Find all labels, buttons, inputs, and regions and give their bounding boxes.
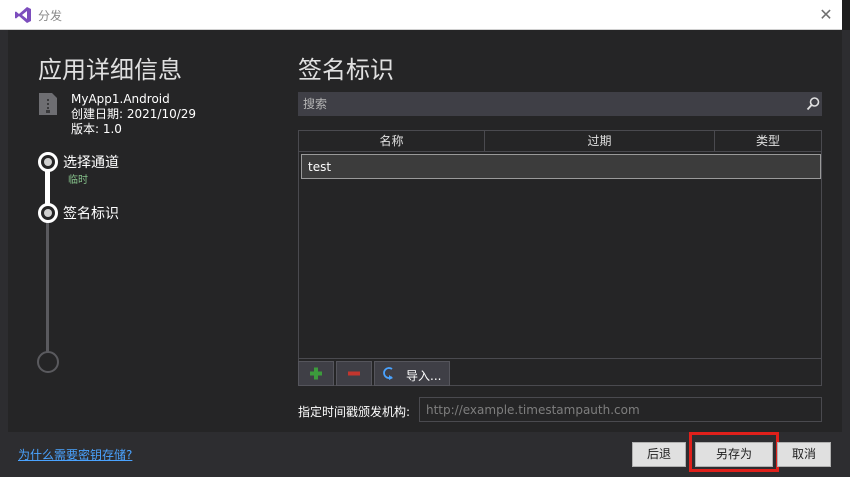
import-label: 导入...	[406, 369, 442, 383]
table-header: 名称 过期 类型	[299, 131, 821, 152]
close-icon: ✕	[819, 5, 833, 24]
plus-icon	[310, 367, 322, 380]
remove-identity-button[interactable]	[336, 361, 372, 386]
table-toolbar: 导入...	[298, 358, 822, 386]
step-label-select-channel[interactable]: 选择通道	[63, 152, 119, 172]
table-row[interactable]: test	[301, 154, 821, 179]
why-keystore-link[interactable]: 为什么需要密钥存储?	[18, 446, 132, 463]
android-app-icon	[39, 93, 57, 115]
background-strip-right	[842, 30, 850, 477]
timestamp-authority-input[interactable]	[419, 397, 822, 422]
save-as-button[interactable]: 另存为	[695, 442, 773, 467]
step-label-signing-identity[interactable]: 签名标识	[63, 203, 119, 223]
search-box	[298, 92, 822, 116]
app-details-heading: 应用详细信息	[38, 56, 182, 84]
step-sublabel-adhoc: 临时	[68, 175, 88, 186]
signing-identity-heading: 签名标识	[298, 56, 394, 84]
app-version: 版本: 1.0	[71, 122, 122, 136]
import-icon	[383, 367, 393, 380]
cancel-button[interactable]: 取消	[777, 442, 831, 467]
title-bar: 分发 ✕	[0, 0, 842, 30]
column-header-type[interactable]: 类型	[715, 131, 821, 152]
step-indicator-final	[37, 351, 59, 373]
column-header-expiration[interactable]: 过期	[485, 131, 715, 152]
minus-icon	[348, 371, 360, 376]
column-header-name[interactable]: 名称	[299, 131, 485, 152]
app-created-date: 创建日期: 2021/10/29	[71, 107, 197, 121]
identity-name-cell: test	[308, 160, 332, 174]
vs-logo-icon	[15, 7, 31, 23]
import-button[interactable]: 导入...	[374, 361, 450, 386]
search-input[interactable]	[303, 96, 783, 112]
step-indicator-signing-identity	[38, 203, 58, 223]
close-button[interactable]: ✕	[816, 5, 836, 25]
dialog-body: 应用详细信息 MyApp1.Android 创建日期: 2021/10/29 版…	[8, 30, 842, 432]
dialog-footer: 为什么需要密钥存储? 后退 另存为 取消	[8, 432, 842, 477]
app-name: MyApp1.Android	[71, 92, 170, 106]
window-title: 分发	[38, 9, 63, 23]
search-icon[interactable]	[805, 96, 821, 112]
step-indicator-select-channel	[38, 152, 58, 172]
tsa-label: 指定时间戳颁发机构:	[298, 405, 411, 419]
add-identity-button[interactable]	[298, 361, 334, 386]
distribute-dialog: 分发 ✕ 应用详细信息 MyApp1.Android 创建日期: 2021/10…	[0, 0, 842, 477]
back-button[interactable]: 后退	[632, 442, 686, 467]
signing-identity-table: 名称 过期 类型 test	[298, 130, 822, 386]
